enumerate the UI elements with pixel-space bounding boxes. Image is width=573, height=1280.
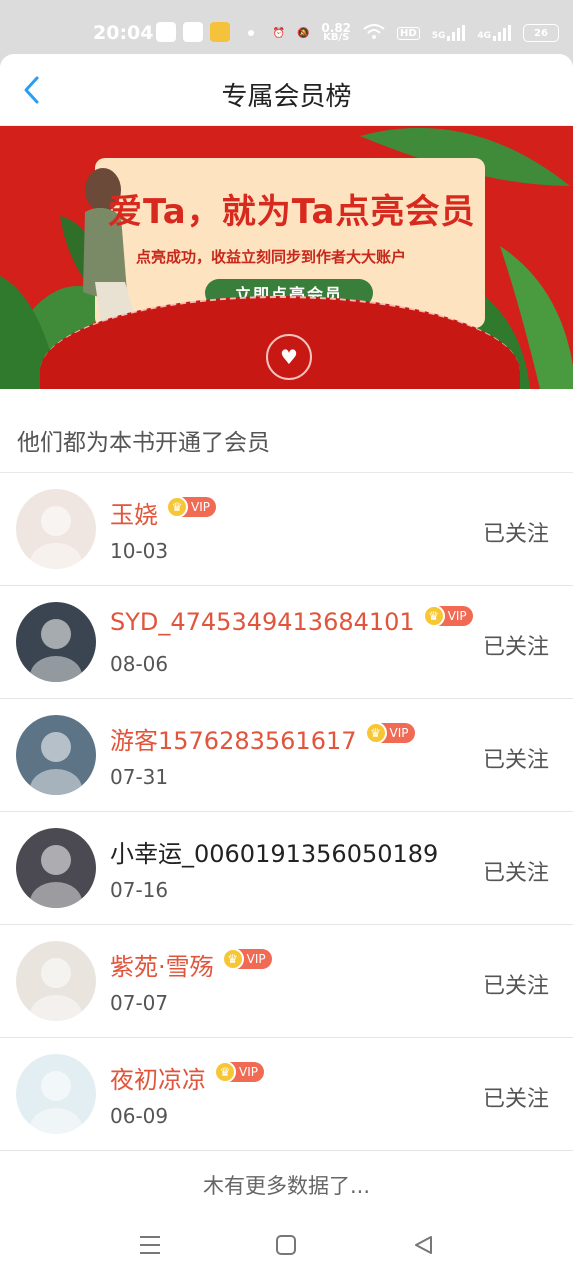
crown-icon: ♛ bbox=[214, 1060, 236, 1083]
followed-button[interactable]: 已关注 bbox=[483, 855, 549, 887]
crown-icon: ♛ bbox=[422, 605, 445, 627]
vip-badge: ♛ VIP bbox=[214, 1060, 264, 1083]
hd-icon: HD bbox=[397, 26, 420, 40]
avatar[interactable] bbox=[16, 941, 96, 1021]
member-date: 07-31 bbox=[110, 765, 169, 789]
alarm-icon: ⏰ bbox=[272, 27, 285, 39]
name-line: 紫苑·雪殇 ♛ VIP bbox=[110, 947, 272, 982]
page-title: 专属会员榜 bbox=[221, 82, 352, 112]
name-line: 玉娆 ♛ VIP bbox=[110, 495, 216, 530]
weibo-icon bbox=[210, 22, 230, 42]
back-nav-button[interactable] bbox=[410, 1232, 436, 1258]
notification-app-icon bbox=[183, 22, 203, 42]
home-button[interactable] bbox=[273, 1232, 299, 1258]
status-time: 20:04 bbox=[93, 22, 154, 44]
avatar[interactable] bbox=[16, 715, 96, 795]
vip-badge: ♛ VIP bbox=[422, 605, 473, 627]
banner-title: 爱Ta，就为Ta点亮会员 bbox=[108, 192, 476, 232]
no-more-data-text: 木有更多数据了... bbox=[202, 1174, 371, 1198]
name-line: 夜初凉凉 ♛ VIP bbox=[110, 1060, 264, 1095]
member-row[interactable]: 紫苑·雪殇 ♛ VIP 07-07 已关注 bbox=[0, 925, 573, 1038]
member-row[interactable]: 玉娆 ♛ VIP 10-03 已关注 bbox=[0, 473, 573, 586]
member-row[interactable]: 小幸运_0060191356050189 07-16 已关注 bbox=[0, 812, 573, 925]
member-date: 08-06 bbox=[110, 652, 169, 676]
member-row[interactable]: 夜初凉凉 ♛ VIP 06-09 已关注 bbox=[0, 1038, 573, 1151]
home-square-icon bbox=[276, 1235, 296, 1255]
app-header: 专属会员榜 bbox=[0, 54, 573, 126]
member-date: 07-07 bbox=[110, 991, 169, 1015]
member-date: 07-16 bbox=[110, 878, 169, 902]
notification-app-icon bbox=[156, 22, 176, 42]
menu-button[interactable] bbox=[137, 1232, 163, 1258]
wifi-icon bbox=[363, 23, 385, 44]
vip-badge: ♛ VIP bbox=[166, 495, 216, 518]
avatar-image bbox=[30, 1071, 82, 1134]
member-date: 06-09 bbox=[110, 1104, 169, 1128]
heart-seal-icon: ♥ bbox=[266, 334, 312, 380]
crown-icon: ♛ bbox=[364, 721, 387, 744]
section-title: 他们都为本书开通了会员 bbox=[17, 430, 270, 456]
followed-button[interactable]: 已关注 bbox=[483, 629, 549, 661]
member-row[interactable]: 游客1576283561617 ♛ VIP 07-31 已关注 bbox=[0, 699, 573, 812]
avatar-image bbox=[30, 845, 82, 908]
back-triangle-icon bbox=[415, 1236, 432, 1254]
member-list: 玉娆 ♛ VIP 10-03 已关注 SYD_4745349413684101 ♛ VIP 08… bbox=[0, 473, 573, 1151]
member-name[interactable]: 夜初凉凉 bbox=[110, 1060, 206, 1095]
signal-4g-icon: 4G bbox=[477, 25, 511, 41]
system-nav-bar bbox=[0, 1210, 573, 1280]
menu-icon bbox=[140, 1236, 160, 1254]
member-name[interactable]: 小幸运_0060191356050189 bbox=[110, 834, 438, 869]
followed-button[interactable]: 已关注 bbox=[483, 516, 549, 548]
member-name[interactable]: 紫苑·雪殇 bbox=[110, 947, 214, 982]
banner-subtitle: 点亮成功，收益立刻同步到作者大大账户 bbox=[136, 248, 407, 266]
avatar[interactable] bbox=[16, 489, 96, 569]
member-date: 10-03 bbox=[110, 539, 169, 563]
vip-badge: ♛ VIP bbox=[221, 947, 272, 970]
vip-badge: ♛ VIP bbox=[364, 721, 415, 744]
mute-icon: 🔕 bbox=[296, 27, 310, 39]
name-line: SYD_4745349413684101 ♛ VIP bbox=[110, 605, 473, 636]
avatar-image bbox=[30, 958, 82, 1021]
more-notifications-dot bbox=[248, 30, 254, 36]
status-indicators: ⏰ 🔕 0.82 KB/S HD 5G 4G 26 bbox=[272, 20, 559, 46]
avatar-image bbox=[30, 732, 82, 795]
avatar-image bbox=[30, 619, 82, 682]
followed-button[interactable]: 已关注 bbox=[483, 742, 549, 774]
battery-icon: 26 bbox=[523, 24, 559, 42]
name-line: 游客1576283561617 ♛ VIP bbox=[110, 721, 415, 756]
promo-banner[interactable]: 爱Ta，就为Ta点亮会员 点亮成功，收益立刻同步到作者大大账户 立即点亮会员 ♥ bbox=[0, 126, 573, 389]
member-name[interactable]: SYD_4745349413684101 bbox=[110, 608, 415, 636]
avatar[interactable] bbox=[16, 1054, 96, 1134]
avatar-image bbox=[30, 506, 82, 569]
member-name[interactable]: 玉娆 bbox=[110, 495, 158, 530]
member-row[interactable]: SYD_4745349413684101 ♛ VIP 08-06 已关注 bbox=[0, 586, 573, 699]
crown-icon: ♛ bbox=[221, 947, 244, 970]
followed-button[interactable]: 已关注 bbox=[483, 1081, 549, 1113]
followed-button[interactable]: 已关注 bbox=[483, 968, 549, 1000]
network-speed: 0.82 KB/S bbox=[321, 21, 352, 43]
member-name[interactable]: 游客1576283561617 bbox=[110, 721, 357, 756]
avatar[interactable] bbox=[16, 828, 96, 908]
signal-5g-icon: 5G bbox=[432, 25, 466, 41]
crown-icon: ♛ bbox=[166, 495, 188, 518]
avatar[interactable] bbox=[16, 602, 96, 682]
name-line: 小幸运_0060191356050189 bbox=[110, 834, 438, 869]
